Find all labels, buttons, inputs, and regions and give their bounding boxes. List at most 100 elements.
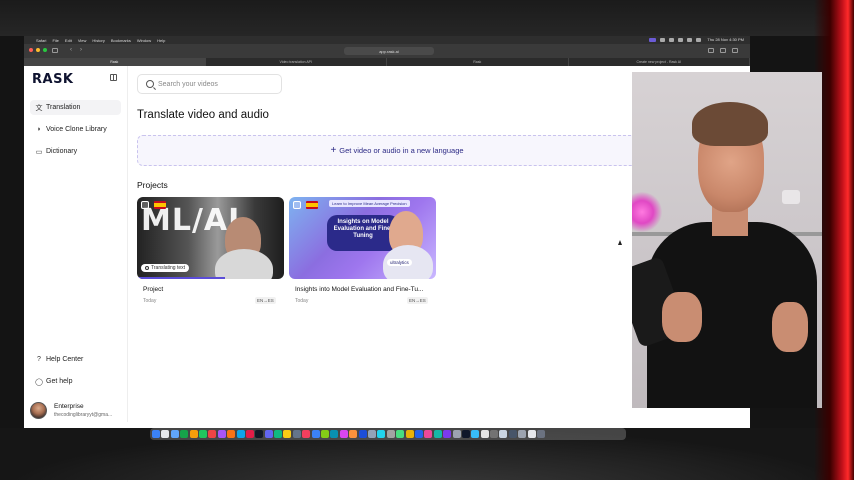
menu-help[interactable]: Help bbox=[157, 38, 165, 43]
menu-bookmarks[interactable]: Bookmarks bbox=[111, 38, 131, 43]
book-icon: ▭ bbox=[35, 148, 43, 156]
dock-app-icon[interactable] bbox=[443, 430, 452, 438]
nav-help-center[interactable]: ? Help Center bbox=[30, 352, 121, 367]
dock-app-icon[interactable] bbox=[499, 430, 508, 438]
nav-translation[interactable]: 文 Translation bbox=[30, 100, 121, 115]
project-title: Project bbox=[143, 286, 164, 293]
status-icon[interactable] bbox=[669, 37, 675, 42]
dock-app-icon[interactable] bbox=[330, 430, 339, 438]
projects-heading: Projects bbox=[137, 180, 168, 190]
close-window-button[interactable] bbox=[29, 48, 33, 52]
tab-rask[interactable]: Rask bbox=[24, 58, 206, 66]
nav-label: Get help bbox=[46, 378, 73, 385]
dock-app-icon[interactable] bbox=[377, 430, 386, 438]
status-icon[interactable] bbox=[678, 37, 684, 42]
dock-app-icon[interactable] bbox=[217, 430, 226, 438]
dock-app-icon[interactable] bbox=[490, 430, 499, 438]
dock-app-icon[interactable] bbox=[321, 430, 330, 438]
tabs-overview-icon[interactable] bbox=[732, 48, 738, 53]
presenter-hand bbox=[662, 292, 702, 342]
tab-video-translation-api[interactable]: Video translation API bbox=[206, 58, 387, 66]
dock-app-icon[interactable] bbox=[152, 430, 160, 438]
dock-app-icon[interactable] bbox=[292, 430, 301, 438]
battery-icon[interactable] bbox=[687, 37, 693, 42]
dock-app-icon[interactable] bbox=[180, 430, 189, 438]
sidebar-toggle-icon[interactable] bbox=[52, 48, 58, 53]
menu-safari[interactable]: Safari bbox=[36, 38, 46, 43]
dock-app-icon[interactable] bbox=[236, 430, 245, 438]
app-status-icon[interactable] bbox=[649, 37, 657, 42]
dock-app-icon[interactable] bbox=[527, 430, 536, 438]
dock-app-icon[interactable] bbox=[189, 430, 198, 438]
upload-button[interactable]: + Get video or audio in a new language bbox=[137, 135, 657, 166]
address-bar[interactable]: app.rask.ai bbox=[344, 47, 434, 55]
dock-app-icon[interactable] bbox=[414, 430, 423, 438]
dock-app-icon[interactable] bbox=[302, 430, 311, 438]
dock-app-icon[interactable] bbox=[405, 430, 414, 438]
tab-create-project[interactable]: Create new project - Rask AI bbox=[569, 58, 750, 66]
nav-label: Help Center bbox=[46, 356, 84, 363]
background-top bbox=[0, 0, 854, 36]
menu-file[interactable]: File bbox=[52, 38, 58, 43]
new-tab-icon[interactable] bbox=[720, 48, 726, 53]
select-checkbox[interactable] bbox=[141, 201, 149, 209]
translate-icon: 文 bbox=[35, 104, 43, 112]
dock-app-icon[interactable] bbox=[508, 430, 517, 438]
dock-app-icon[interactable] bbox=[255, 430, 264, 438]
avatar bbox=[30, 402, 47, 419]
collapse-sidebar-icon[interactable] bbox=[110, 74, 117, 81]
project-thumbnail: ML/AI Translating text bbox=[137, 197, 284, 279]
dock-app-icon[interactable] bbox=[311, 430, 320, 438]
dock-app-icon[interactable] bbox=[480, 430, 489, 438]
menu-view[interactable]: View bbox=[78, 38, 87, 43]
dock-app-icon[interactable] bbox=[386, 430, 395, 438]
project-card[interactable]: Learn to Improve Mean Average Precision … bbox=[289, 197, 436, 310]
thumbnail-tag: Learn to Improve Mean Average Precision bbox=[329, 200, 410, 207]
dock-app-icon[interactable] bbox=[471, 430, 480, 438]
tab-rask-2[interactable]: Rask bbox=[387, 58, 569, 66]
dock-app-icon[interactable] bbox=[396, 430, 405, 438]
dock-app-icon[interactable] bbox=[349, 430, 358, 438]
project-card[interactable]: ML/AI Translating text Project Today EN→… bbox=[137, 197, 284, 310]
dock-app-icon[interactable] bbox=[518, 430, 527, 438]
dock-app-icon[interactable] bbox=[537, 430, 546, 438]
dock-app-icon[interactable] bbox=[283, 430, 292, 438]
wifi-icon[interactable] bbox=[696, 37, 702, 42]
nav-get-help[interactable]: ◯ Get help bbox=[30, 374, 121, 389]
dock-app-icon[interactable] bbox=[452, 430, 461, 438]
language-pair: EN→ES bbox=[255, 297, 276, 304]
dock-app-icon[interactable] bbox=[227, 430, 236, 438]
menu-history[interactable]: History bbox=[92, 38, 104, 43]
user-account[interactable]: Enterprise thecodinglibraryyt@gma... bbox=[30, 402, 112, 419]
nav-voice-clone-library[interactable]: ◗ Voice Clone Library bbox=[30, 122, 121, 137]
menu-edit[interactable]: Edit bbox=[65, 38, 72, 43]
share-icon[interactable] bbox=[708, 48, 714, 53]
rask-logo[interactable]: RASK bbox=[32, 72, 74, 87]
zoom-window-button[interactable] bbox=[43, 48, 47, 52]
menubar-clock[interactable]: Thu 28 Nov 4:30 PM bbox=[707, 37, 744, 42]
menu-window[interactable]: Window bbox=[137, 38, 151, 43]
dock-app-icon[interactable] bbox=[208, 430, 217, 438]
nav-dictionary[interactable]: ▭ Dictionary bbox=[30, 144, 121, 159]
dock-app-icon[interactable] bbox=[433, 430, 442, 438]
dock-app-icon[interactable] bbox=[339, 430, 348, 438]
dock-app-icon[interactable] bbox=[264, 430, 273, 438]
dock-app-icon[interactable] bbox=[274, 430, 283, 438]
dock-app-icon[interactable] bbox=[358, 430, 367, 438]
back-icon[interactable]: ‹ bbox=[70, 47, 76, 53]
dock-app-icon[interactable] bbox=[461, 430, 470, 438]
dock-app-icon[interactable] bbox=[245, 430, 254, 438]
status-icon[interactable] bbox=[660, 37, 666, 42]
minimize-window-button[interactable] bbox=[36, 48, 40, 52]
dock-app-icon[interactable] bbox=[424, 430, 433, 438]
spain-flag-icon bbox=[154, 201, 166, 209]
dock-app-icon[interactable] bbox=[161, 430, 170, 438]
nav-label: Dictionary bbox=[46, 148, 78, 155]
url-text: app.rask.ai bbox=[379, 48, 399, 54]
dock-app-icon[interactable] bbox=[367, 430, 376, 438]
search-input[interactable]: Search your videos bbox=[137, 74, 282, 94]
dock-app-icon[interactable] bbox=[170, 430, 179, 438]
forward-icon[interactable]: › bbox=[80, 47, 86, 53]
dock-app-icon[interactable] bbox=[198, 430, 207, 438]
select-checkbox[interactable] bbox=[293, 201, 301, 209]
